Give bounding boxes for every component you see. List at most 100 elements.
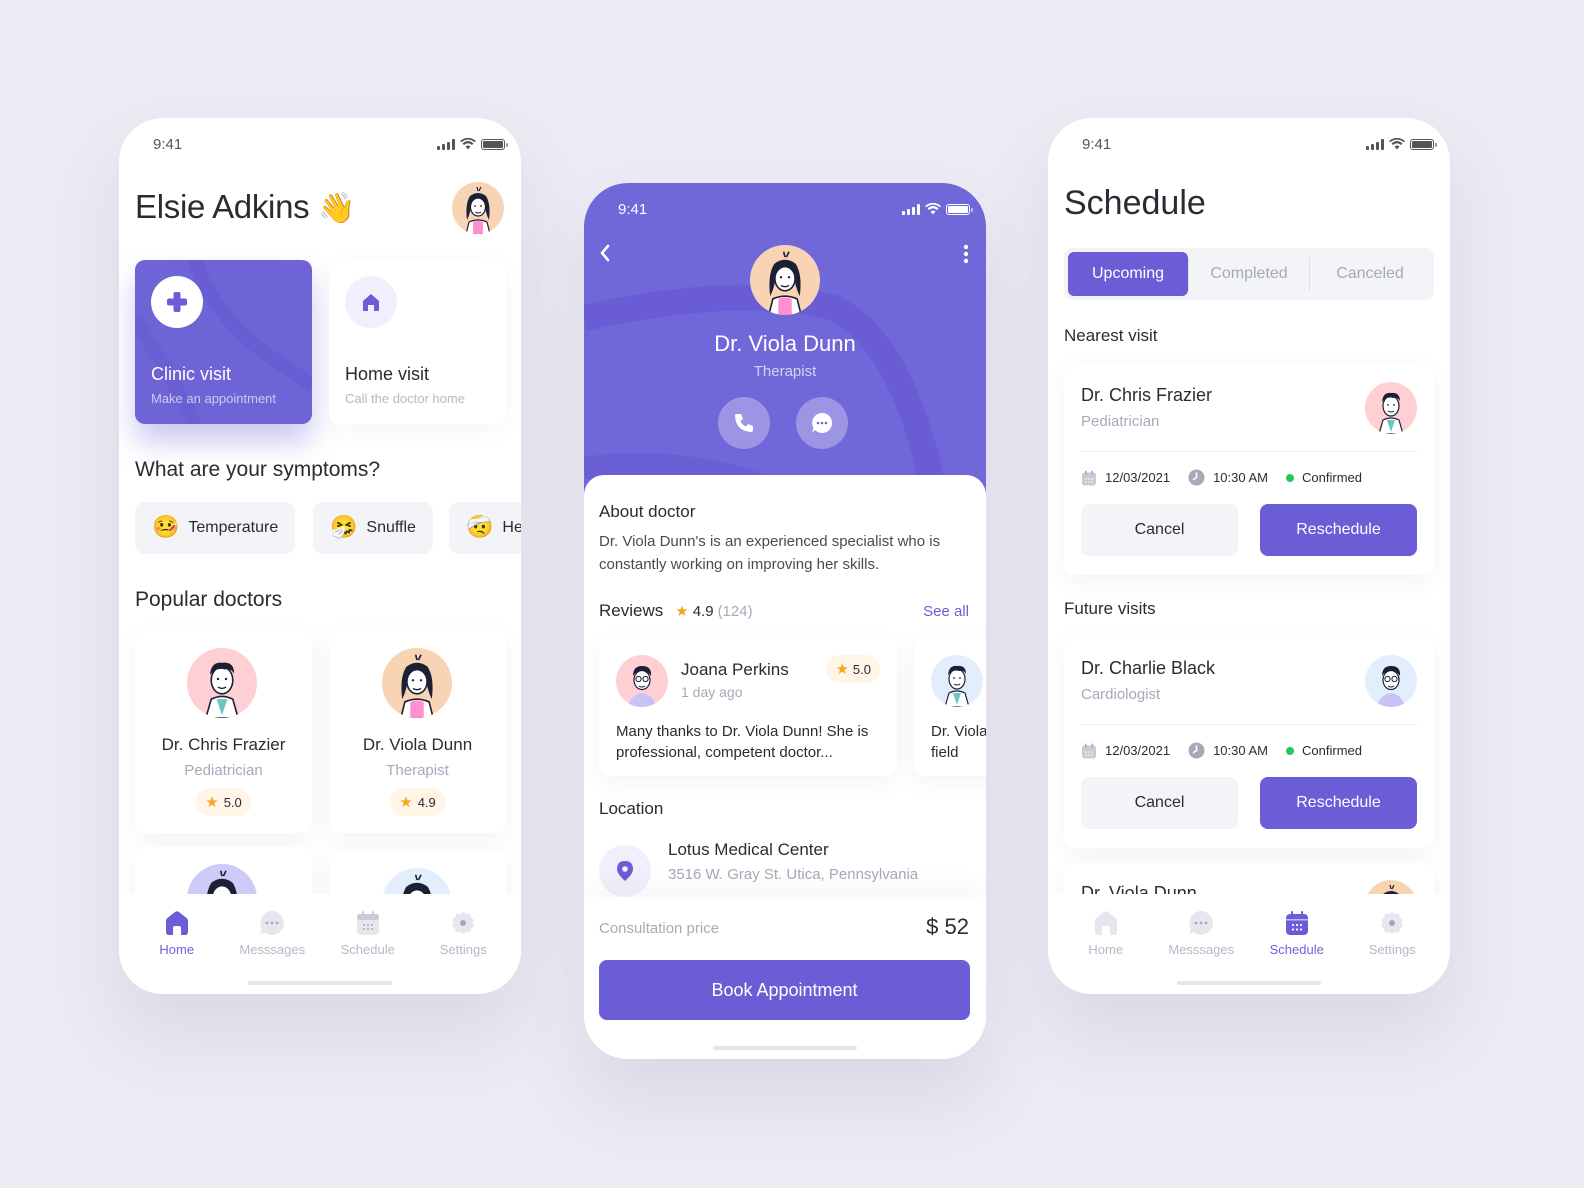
home-visit-card[interactable]: Home visit Call the doctor home bbox=[329, 260, 506, 424]
review-text: Dr. Viola Dunn is the best doctor in her… bbox=[931, 723, 986, 761]
calendar-icon bbox=[356, 911, 379, 935]
doctor-name: Dr. Viola Dunn bbox=[714, 331, 856, 356]
chevron-left-icon bbox=[600, 244, 610, 262]
cancel-button[interactable]: Cancel bbox=[1081, 777, 1238, 829]
doctor-avatar bbox=[382, 648, 452, 718]
wifi-icon bbox=[925, 203, 941, 215]
doctor-avatar bbox=[1365, 655, 1417, 707]
visit-card: Dr. Chris Frazier Pediatrician 12/03/202… bbox=[1064, 365, 1434, 575]
status-bar: 9:41 bbox=[119, 118, 521, 170]
home-screen: 9:41 Elsie Adkins 👋 Clinic visit Make an… bbox=[119, 118, 521, 994]
visit-date: 12/03/2021 bbox=[1105, 743, 1171, 758]
visit-doctor-name: Dr. Charlie Black bbox=[1081, 658, 1216, 678]
book-appointment-button[interactable]: Book Appointment bbox=[599, 960, 970, 1020]
star-icon: ★ bbox=[835, 660, 849, 678]
doctor-profile-screen: 9:41 Dr. Viola Dunn Therapist About doct… bbox=[584, 183, 986, 1059]
reschedule-button[interactable]: Reschedule bbox=[1260, 504, 1417, 556]
status-time: 9:41 bbox=[153, 135, 183, 153]
popular-doctors-heading: Popular doctors bbox=[135, 588, 283, 611]
symptom-chip-temperature[interactable]: 🤒 Temperature bbox=[135, 502, 296, 554]
bandaged-face-icon: 🤕 bbox=[466, 515, 494, 540]
review-rating-badge: ★ 5.0 bbox=[826, 655, 880, 683]
price-value: $ 52 bbox=[926, 914, 969, 939]
price-label: Consultation price bbox=[599, 920, 720, 937]
tab-upcoming[interactable]: Upcoming bbox=[1068, 252, 1188, 296]
doctor-card[interactable]: Dr. Chris Frazier Pediatrician ★ 5.0 bbox=[135, 631, 312, 833]
star-icon: ★ bbox=[399, 793, 413, 811]
sneezing-face-icon: 🤧 bbox=[330, 515, 358, 540]
tab-home[interactable]: Home bbox=[137, 910, 217, 994]
visit-doctor-specialty: Cardiologist bbox=[1081, 686, 1161, 703]
cancel-button[interactable]: Cancel bbox=[1081, 504, 1238, 556]
review-card[interactable]: Joana Perkins 1 day ago ★ 5.0 Many thanks… bbox=[599, 638, 897, 776]
symptoms-heading: What are your symptoms? bbox=[135, 458, 381, 481]
star-icon: ★ bbox=[675, 602, 689, 620]
location-pin-icon bbox=[599, 845, 651, 897]
user-avatar[interactable] bbox=[452, 182, 504, 234]
clinic-visit-title: Clinic visit bbox=[151, 364, 232, 384]
home-icon bbox=[1094, 911, 1117, 935]
doctor-specialty: Pediatrician bbox=[184, 762, 263, 779]
doctor-avatar bbox=[1365, 382, 1417, 434]
call-button[interactable] bbox=[718, 397, 770, 449]
location-heading: Location bbox=[599, 799, 664, 818]
chat-bubble-icon bbox=[812, 412, 833, 433]
tab-completed[interactable]: Completed bbox=[1189, 252, 1309, 296]
reviewer-avatar bbox=[931, 655, 983, 707]
status-time: 9:41 bbox=[1082, 135, 1112, 153]
status-bar: 9:41 bbox=[584, 183, 986, 235]
home-visit-title: Home visit bbox=[345, 364, 430, 384]
visit-time: 10:30 AM bbox=[1213, 743, 1269, 758]
status-dot-icon bbox=[1286, 473, 1295, 482]
future-visits-heading: Future visits bbox=[1064, 599, 1156, 618]
wave-emoji-icon: 👋 bbox=[318, 191, 356, 226]
clinic-visit-card[interactable]: Clinic visit Make an appointment bbox=[135, 260, 312, 424]
wifi-icon bbox=[460, 138, 476, 150]
home-indicator bbox=[713, 1046, 857, 1050]
tab-settings[interactable]: Settings bbox=[423, 910, 503, 994]
reviews-heading: Reviews ★ 4.9 (124) bbox=[599, 601, 753, 620]
visit-doctor-specialty: Pediatrician bbox=[1081, 413, 1160, 430]
greeting-heading: Elsie Adkins 👋 bbox=[135, 188, 356, 226]
more-options-button[interactable] bbox=[962, 243, 970, 270]
back-button[interactable] bbox=[598, 243, 612, 268]
signal-icon bbox=[902, 203, 920, 215]
review-time: 1 day ago bbox=[681, 684, 743, 700]
tab-settings[interactable]: Settings bbox=[1352, 910, 1432, 994]
doctor-specialty: Therapist bbox=[386, 762, 449, 779]
plus-icon bbox=[151, 276, 203, 328]
star-icon: ★ bbox=[205, 793, 219, 811]
clock-icon bbox=[1188, 469, 1205, 486]
reschedule-button[interactable]: Reschedule bbox=[1260, 777, 1417, 829]
battery-icon bbox=[1410, 138, 1437, 150]
review-card[interactable]: Dr. Viola Dunn is the best doctor in her… bbox=[914, 638, 986, 776]
doctor-name: Dr. Viola Dunn bbox=[362, 735, 473, 754]
gear-icon bbox=[452, 912, 475, 934]
home-indicator bbox=[1177, 981, 1321, 985]
symptom-chip-headache[interactable]: 🤕 Headache bbox=[449, 502, 521, 554]
visit-date: 12/03/2021 bbox=[1105, 470, 1171, 485]
chat-icon bbox=[260, 911, 285, 935]
bottom-tab-bar: Home Messsages Schedule Settings bbox=[119, 894, 521, 994]
tab-home[interactable]: Home bbox=[1066, 910, 1146, 994]
calendar-icon bbox=[1082, 470, 1096, 485]
about-text: Dr. Viola Dunn's is an experienced speci… bbox=[599, 533, 941, 573]
status-time: 9:41 bbox=[618, 200, 648, 218]
visit-meta: 12/03/2021 10:30 AM Confirmed bbox=[1081, 742, 1380, 759]
message-button[interactable] bbox=[796, 397, 848, 449]
rating-badge: ★ 4.9 bbox=[389, 788, 446, 816]
booking-panel: Consultation price $ 52 Book Appointment bbox=[584, 897, 986, 1059]
gear-icon bbox=[1381, 912, 1404, 934]
reviewer-avatar bbox=[616, 655, 668, 707]
calendar-icon bbox=[1082, 743, 1096, 758]
about-heading: About doctor bbox=[599, 502, 696, 521]
tab-canceled[interactable]: Canceled bbox=[1310, 252, 1430, 296]
doctor-card[interactable]: Dr. Viola Dunn Therapist ★ 4.9 bbox=[329, 631, 506, 833]
symptom-chip-snuffle[interactable]: 🤧 Snuffle bbox=[313, 502, 433, 554]
nearest-visit-heading: Nearest visit bbox=[1064, 326, 1158, 345]
bottom-tab-bar: Home Messsages Schedule Settings bbox=[1048, 894, 1450, 994]
see-all-link[interactable]: See all bbox=[923, 603, 969, 620]
location-address: 3516 W. Gray St. Utica, Pennsylvania bbox=[668, 866, 919, 883]
battery-icon bbox=[946, 203, 973, 215]
doctor-name: Dr. Chris Frazier bbox=[161, 735, 286, 754]
